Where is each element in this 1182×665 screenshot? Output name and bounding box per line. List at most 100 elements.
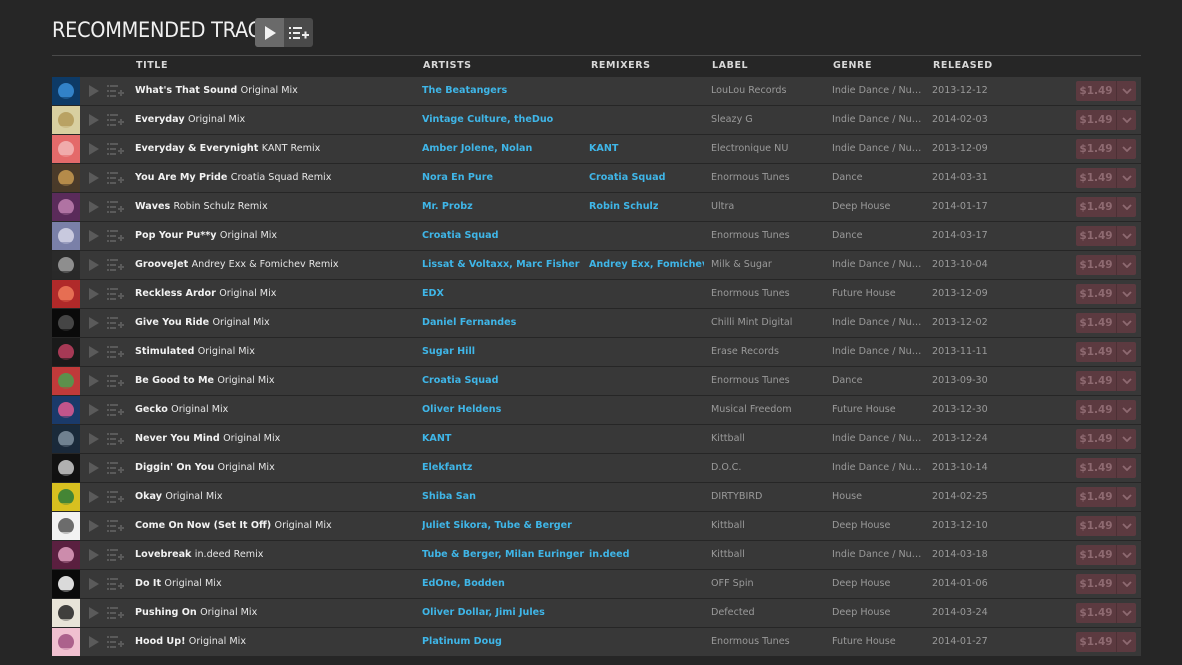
track-artists[interactable]: Amber Jolene, Nolan (422, 135, 587, 163)
track-artwork[interactable] (52, 454, 80, 482)
track-remixers[interactable] (589, 280, 704, 308)
track-artwork[interactable] (52, 106, 80, 134)
track-play-icon[interactable] (88, 259, 100, 271)
track-title[interactable]: Diggin' On You Original Mix (135, 454, 420, 482)
track-artists[interactable]: Vintage Culture, theDuo (422, 106, 587, 134)
track-play-icon[interactable] (88, 404, 100, 416)
track-label[interactable]: Kittball (711, 541, 826, 569)
track-remixers[interactable] (589, 309, 704, 337)
price-dropdown[interactable] (1117, 603, 1136, 623)
buy-price-button[interactable]: $1.49 (1076, 545, 1136, 565)
track-label[interactable]: Kittball (711, 425, 826, 453)
track-artwork[interactable] (52, 396, 80, 424)
track-remixers[interactable] (589, 628, 704, 656)
track-play-icon[interactable] (88, 520, 100, 532)
track-label[interactable]: Ultra (711, 193, 826, 221)
track-title[interactable]: What's That Sound Original Mix (135, 77, 420, 105)
track-label[interactable]: Enormous Tunes (711, 164, 826, 192)
buy-price-button[interactable]: $1.49 (1076, 632, 1136, 652)
track-add-to-queue-icon[interactable] (107, 85, 124, 97)
track-play-icon[interactable] (88, 549, 100, 561)
track-artwork[interactable] (52, 164, 80, 192)
play-all-button[interactable] (255, 18, 284, 47)
track-label[interactable]: Enormous Tunes (711, 222, 826, 250)
track-title[interactable]: Hood Up! Original Mix (135, 628, 420, 656)
price-dropdown[interactable] (1117, 487, 1136, 507)
track-title[interactable]: Pushing On Original Mix (135, 599, 420, 627)
track-add-to-queue-icon[interactable] (107, 462, 124, 474)
track-label[interactable]: LouLou Records (711, 77, 826, 105)
track-artwork[interactable] (52, 570, 80, 598)
track-artists[interactable]: Daniel Fernandes (422, 309, 587, 337)
buy-price-button[interactable]: $1.49 (1076, 313, 1136, 333)
track-remixers[interactable] (589, 454, 704, 482)
buy-price-button[interactable]: $1.49 (1076, 487, 1136, 507)
track-title[interactable]: Pop Your Pu**y Original Mix (135, 222, 420, 250)
buy-price-button[interactable]: $1.49 (1076, 255, 1136, 275)
track-artwork[interactable] (52, 222, 80, 250)
track-title[interactable]: GrooveJet Andrey Exx & Fomichev Remix (135, 251, 420, 279)
price-dropdown[interactable] (1117, 400, 1136, 420)
track-add-to-queue-icon[interactable] (107, 433, 124, 445)
track-remixers[interactable] (589, 483, 704, 511)
track-play-icon[interactable] (88, 636, 100, 648)
track-artists[interactable]: KANT (422, 425, 587, 453)
buy-price-button[interactable]: $1.49 (1076, 400, 1136, 420)
track-title[interactable]: Okay Original Mix (135, 483, 420, 511)
price-dropdown[interactable] (1117, 458, 1136, 478)
track-title[interactable]: Lovebreak in.deed Remix (135, 541, 420, 569)
track-genre[interactable]: Future House (832, 396, 924, 424)
price-dropdown[interactable] (1117, 284, 1136, 304)
track-artwork[interactable] (52, 483, 80, 511)
track-add-to-queue-icon[interactable] (107, 346, 124, 358)
track-artists[interactable]: Croatia Squad (422, 367, 587, 395)
track-artwork[interactable] (52, 77, 80, 105)
track-artists[interactable]: Lissat & Voltaxx, Marc Fisher (422, 251, 587, 279)
buy-price-button[interactable]: $1.49 (1076, 574, 1136, 594)
price-dropdown[interactable] (1117, 574, 1136, 594)
track-add-to-queue-icon[interactable] (107, 317, 124, 329)
price-dropdown[interactable] (1117, 342, 1136, 362)
track-genre[interactable]: House (832, 483, 924, 511)
buy-price-button[interactable]: $1.49 (1076, 429, 1136, 449)
price-dropdown[interactable] (1117, 429, 1136, 449)
track-play-icon[interactable] (88, 230, 100, 242)
buy-price-button[interactable]: $1.49 (1076, 371, 1136, 391)
track-artwork[interactable] (52, 338, 80, 366)
buy-price-button[interactable]: $1.49 (1076, 139, 1136, 159)
track-artwork[interactable] (52, 512, 80, 540)
track-genre[interactable]: Indie Dance / Nu Disco (832, 251, 924, 279)
buy-price-button[interactable]: $1.49 (1076, 603, 1136, 623)
track-remixers[interactable] (589, 570, 704, 598)
track-genre[interactable]: Dance (832, 164, 924, 192)
track-add-to-queue-icon[interactable] (107, 201, 124, 213)
price-dropdown[interactable] (1117, 139, 1136, 159)
track-artists[interactable]: The Beatangers (422, 77, 587, 105)
track-add-to-queue-icon[interactable] (107, 636, 124, 648)
track-add-to-queue-icon[interactable] (107, 520, 124, 532)
track-artwork[interactable] (52, 599, 80, 627)
track-genre[interactable]: Deep House (832, 599, 924, 627)
track-genre[interactable]: Future House (832, 280, 924, 308)
column-header-title[interactable]: TITLE (136, 60, 168, 71)
track-genre[interactable]: Indie Dance / Nu Disco (832, 454, 924, 482)
price-dropdown[interactable] (1117, 197, 1136, 217)
track-play-icon[interactable] (88, 462, 100, 474)
track-label[interactable]: Musical Freedom (711, 396, 826, 424)
track-remixers[interactable]: KANT (589, 135, 704, 163)
track-genre[interactable]: Deep House (832, 512, 924, 540)
track-label[interactable]: Sleazy G (711, 106, 826, 134)
track-label[interactable]: Erase Records (711, 338, 826, 366)
track-play-icon[interactable] (88, 85, 100, 97)
track-title[interactable]: Be Good to Me Original Mix (135, 367, 420, 395)
track-add-to-queue-icon[interactable] (107, 288, 124, 300)
track-play-icon[interactable] (88, 346, 100, 358)
track-label[interactable]: Kittball (711, 512, 826, 540)
track-add-to-queue-icon[interactable] (107, 230, 124, 242)
track-artwork[interactable] (52, 280, 80, 308)
track-artists[interactable]: Sugar Hill (422, 338, 587, 366)
track-title[interactable]: Gecko Original Mix (135, 396, 420, 424)
track-play-icon[interactable] (88, 491, 100, 503)
track-label[interactable]: D.O.C. (711, 454, 826, 482)
buy-price-button[interactable]: $1.49 (1076, 110, 1136, 130)
